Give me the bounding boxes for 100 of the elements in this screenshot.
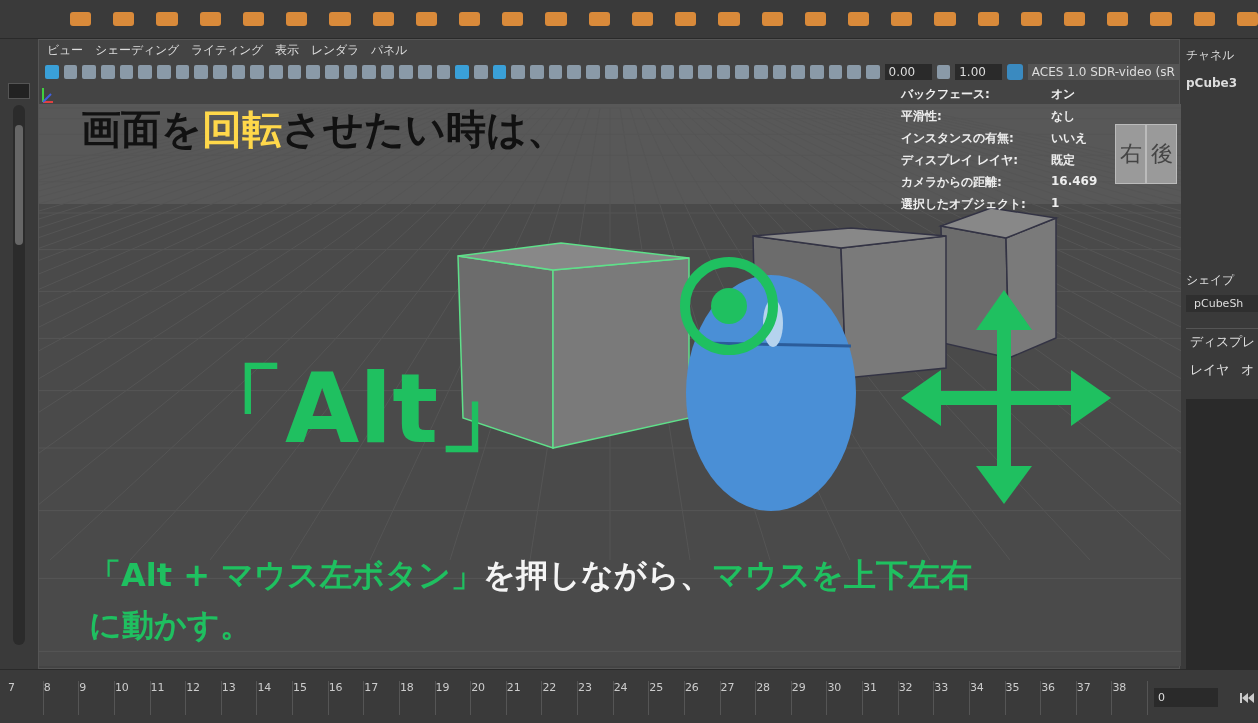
shape-label: シェイプ xyxy=(1186,272,1236,289)
tool-icon[interactable] xyxy=(865,65,880,79)
frame-number: 22 xyxy=(542,680,578,715)
shelf-icon[interactable] xyxy=(1107,12,1129,26)
tool-icon[interactable] xyxy=(455,65,470,79)
frame-number: 29 xyxy=(791,680,828,715)
tool-icon[interactable] xyxy=(660,65,675,79)
frame-number: 23 xyxy=(578,680,614,715)
color-space-icon[interactable] xyxy=(1007,64,1023,80)
shelf-icon[interactable] xyxy=(70,12,92,26)
frame-number: 19 xyxy=(435,680,472,715)
frame-number: 21 xyxy=(506,680,543,715)
tool-icon[interactable] xyxy=(324,65,339,79)
tool-icon[interactable] xyxy=(492,65,507,79)
shelf-icon[interactable] xyxy=(286,12,308,26)
frame-number: 24 xyxy=(613,680,650,715)
shelf-icon[interactable] xyxy=(1236,12,1258,26)
menu-item[interactable]: シェーディング xyxy=(95,41,179,59)
frame-number: 12 xyxy=(186,680,222,715)
number-field[interactable]: 0.00 xyxy=(884,64,932,80)
skip-to-start-icon[interactable] xyxy=(1240,692,1254,703)
shelf-icon[interactable] xyxy=(891,12,913,26)
instruction-text: に動かす。 xyxy=(89,605,253,646)
frame-number: 33 xyxy=(934,680,970,715)
tool-icon[interactable] xyxy=(697,65,712,79)
hud-value: 1 xyxy=(1051,196,1061,212)
hud-value: いいえ xyxy=(1051,130,1088,147)
tool-icon[interactable] xyxy=(212,65,227,79)
frame-number: 17 xyxy=(364,680,400,715)
tool-icon[interactable] xyxy=(548,65,563,79)
tool-icon[interactable] xyxy=(175,65,190,79)
tool-icon[interactable] xyxy=(156,65,171,79)
hud-value: オン xyxy=(1051,86,1076,103)
frame-number: 9 xyxy=(79,680,115,715)
object-name[interactable]: pCube3 xyxy=(1186,76,1258,266)
frame-number: 36 xyxy=(1041,680,1077,715)
frame-number: 31 xyxy=(863,680,899,715)
shelf-icon[interactable] xyxy=(761,12,783,26)
tool-icon[interactable] xyxy=(604,65,619,79)
shelf-icon[interactable] xyxy=(847,12,870,26)
color-space-dropdown[interactable]: ACES 1.0 SDR-video (sR xyxy=(1027,64,1179,80)
tool-icon[interactable] xyxy=(343,65,358,79)
dropdown-button[interactable] xyxy=(8,83,30,99)
channel-box-title[interactable]: チャネル xyxy=(1186,47,1258,64)
shelf-icon[interactable] xyxy=(199,12,221,26)
tool-icon[interactable] xyxy=(231,65,246,79)
scrollbar[interactable] xyxy=(13,105,25,645)
menu-item[interactable]: レイヤ xyxy=(1190,361,1229,379)
shelf-icon[interactable] xyxy=(1064,12,1086,26)
tool-icon[interactable] xyxy=(753,65,768,79)
shelf-icon[interactable] xyxy=(1020,12,1043,26)
menu-item[interactable]: ビュー xyxy=(47,41,83,59)
tool-icon[interactable] xyxy=(809,65,824,79)
frame-number: 11 xyxy=(150,680,187,715)
hud-value: 16.469 xyxy=(1051,174,1099,190)
shelf-icon[interactable] xyxy=(372,12,394,26)
frame-number: 30 xyxy=(827,680,863,715)
tool-icon[interactable] xyxy=(100,65,115,79)
shelf-icon[interactable] xyxy=(675,12,697,26)
hud-label: カメラからの距離: xyxy=(901,174,1003,191)
frame-number: 38 xyxy=(1112,680,1148,715)
menu-item[interactable]: パネル xyxy=(371,41,407,59)
shelf-icon[interactable] xyxy=(113,12,135,26)
tool-icon[interactable] xyxy=(772,65,787,79)
tool-icon[interactable] xyxy=(828,65,843,79)
shelf-icon[interactable] xyxy=(1193,12,1215,26)
shelf-icon[interactable] xyxy=(631,12,654,26)
hud-label: ディスプレイ レイヤ: xyxy=(901,152,1019,169)
menu-item[interactable]: ライティング xyxy=(191,41,263,59)
hud-label: インスタンスの有無: xyxy=(901,130,1015,147)
menu-item[interactable]: 表示 xyxy=(275,41,299,59)
tool-icon[interactable] xyxy=(511,65,526,79)
tool-icon[interactable] xyxy=(399,65,414,79)
shelf-icon[interactable] xyxy=(588,12,610,26)
shelf-icon[interactable] xyxy=(502,12,524,26)
tool-icon[interactable] xyxy=(436,65,451,79)
tool-icon[interactable] xyxy=(380,65,395,79)
shelf-icon[interactable] xyxy=(977,12,999,26)
shape-name[interactable]: pCubeSh xyxy=(1186,295,1258,312)
tool-icon[interactable] xyxy=(287,65,302,79)
tool-icon[interactable] xyxy=(119,65,134,79)
hud-value: 既定 xyxy=(1051,152,1076,169)
tool-icon[interactable] xyxy=(567,65,582,79)
menu-item[interactable]: オ xyxy=(1241,361,1254,379)
shelf-icon[interactable] xyxy=(804,12,826,26)
tool-icon[interactable] xyxy=(63,65,78,79)
frame-number: 16 xyxy=(328,680,365,715)
shelf-icon[interactable] xyxy=(458,12,481,26)
tool-icon[interactable] xyxy=(268,65,283,79)
frame-number: 14 xyxy=(257,680,293,715)
current-frame-field[interactable]: 0 xyxy=(1154,688,1218,707)
number-field[interactable]: 1.00 xyxy=(955,64,1003,80)
shelf-icon[interactable] xyxy=(242,12,265,26)
layer-tab[interactable]: ディスプレ xyxy=(1186,328,1258,355)
shelf-icon[interactable] xyxy=(415,12,437,26)
frame-number: 15 xyxy=(293,680,329,715)
tool-icon[interactable] xyxy=(716,65,731,79)
instruction-text: 「Alt + マウス左ボタン」を押しながら、マウスを上下左右 xyxy=(89,555,973,596)
tool-icon[interactable] xyxy=(936,65,951,79)
menu-item[interactable]: レンダラ xyxy=(311,41,359,59)
